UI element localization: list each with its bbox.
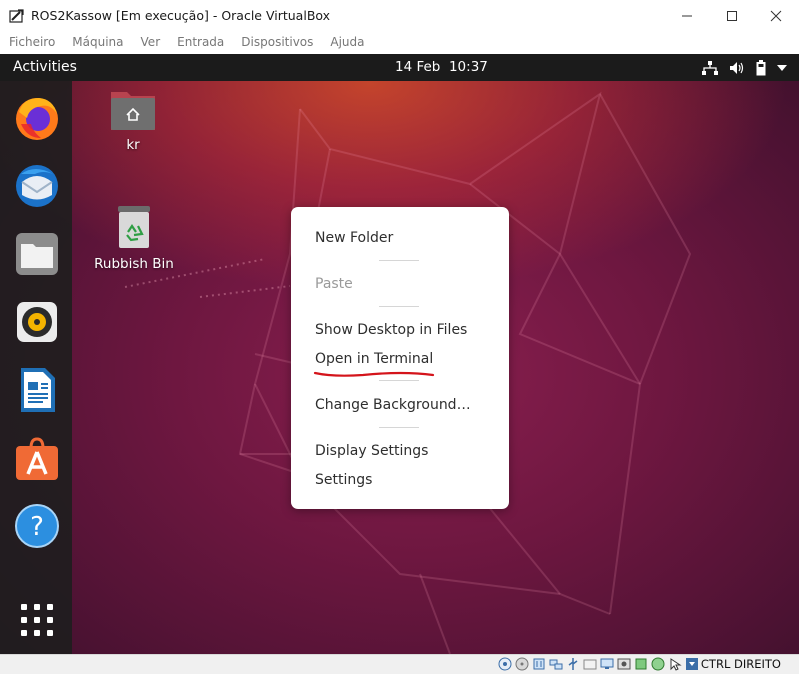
desktop-trash[interactable]: Rubbish Bin xyxy=(94,204,174,272)
battery-icon xyxy=(756,59,766,75)
host-key-arrow-icon[interactable] xyxy=(685,657,699,671)
menu-item-show-desktop-in-files[interactable]: Show Desktop in Files xyxy=(315,322,467,338)
dock-files[interactable] xyxy=(13,230,61,278)
maximize-button[interactable] xyxy=(709,0,755,31)
menu-item-display-settings[interactable]: Display Settings xyxy=(315,443,428,459)
volume-icon xyxy=(730,61,744,74)
help-question-icon: ? xyxy=(15,504,59,548)
desktop-context-menu: New Folder Paste Show Desktop in Files O… xyxy=(291,207,509,509)
statusbar-device-icons xyxy=(498,657,699,671)
dock-help[interactable]: ? xyxy=(13,502,61,550)
optical-drive-icon[interactable] xyxy=(515,657,529,671)
menu-item-change-background[interactable]: Change Background… xyxy=(315,397,471,413)
close-button[interactable] xyxy=(753,0,799,31)
network-icon[interactable] xyxy=(549,657,563,671)
menu-entrada[interactable]: Entrada xyxy=(177,35,224,49)
app-grid-icon xyxy=(21,604,53,636)
menu-item-new-folder[interactable]: New Folder xyxy=(315,230,393,246)
close-icon xyxy=(770,10,782,21)
window-title: ROS2Kassow [Em execução] - Oracle Virtua… xyxy=(31,8,331,23)
menu-separator xyxy=(379,306,419,307)
home-folder-icon xyxy=(111,92,155,130)
menu-maquina[interactable]: Máquina xyxy=(72,35,123,49)
minimize-button[interactable] xyxy=(664,0,710,31)
dock-firefox[interactable] xyxy=(13,94,61,142)
mouse-integration-icon[interactable] xyxy=(668,657,682,671)
dock-libreoffice-writer[interactable] xyxy=(13,366,61,414)
desktop-home-folder[interactable]: kr xyxy=(103,88,163,153)
usb-icon[interactable] xyxy=(566,657,580,671)
dock-ubuntu-software[interactable] xyxy=(13,434,61,482)
chevron-down-icon xyxy=(777,64,787,71)
menu-separator xyxy=(379,380,419,381)
menu-ficheiro[interactable]: Ficheiro xyxy=(9,35,55,49)
minimize-icon xyxy=(682,15,692,16)
menu-separator xyxy=(379,427,419,428)
menu-item-paste: Paste xyxy=(315,276,353,292)
cpu-icon[interactable] xyxy=(634,657,648,671)
thunderbird-icon xyxy=(16,165,58,207)
virtualbox-app-icon xyxy=(9,8,24,23)
dock: ? xyxy=(0,81,72,654)
software-store-icon xyxy=(16,437,58,480)
rhythmbox-icon xyxy=(17,302,57,342)
maximize-icon xyxy=(727,10,737,21)
system-tray[interactable] xyxy=(702,54,799,81)
writer-document-icon xyxy=(21,368,55,412)
hard-disk-icon[interactable] xyxy=(498,657,512,671)
shared-folders-icon[interactable] xyxy=(583,657,597,671)
menu-separator xyxy=(379,260,419,261)
dock-show-applications[interactable] xyxy=(13,596,61,644)
gnome-top-bar: Activities 14 Feb 10:37 xyxy=(0,54,799,81)
menu-item-open-in-terminal[interactable]: Open in Terminal xyxy=(315,351,433,367)
clock[interactable]: 14 Feb 10:37 xyxy=(395,59,488,75)
trash-label: Rubbish Bin xyxy=(94,256,174,272)
files-icon xyxy=(16,233,58,275)
window-titlebar: ROS2Kassow [Em execução] - Oracle Virtua… xyxy=(0,0,799,31)
svg-text:?: ? xyxy=(30,512,44,542)
trash-bin-icon xyxy=(118,206,150,248)
vm-statusbar: CTRL DIREITO xyxy=(0,654,799,674)
clock-date: 14 Feb xyxy=(395,59,441,75)
red-underline-annotation xyxy=(313,371,435,377)
dock-thunderbird[interactable] xyxy=(13,162,61,210)
dock-rhythmbox[interactable] xyxy=(13,298,61,346)
menu-ver[interactable]: Ver xyxy=(141,35,161,49)
host-key-label: CTRL DIREITO xyxy=(700,657,781,671)
network-wired-icon xyxy=(702,60,718,75)
menu-dispositivos[interactable]: Dispositivos xyxy=(241,35,313,49)
audio-icon[interactable] xyxy=(532,657,546,671)
menu-item-settings[interactable]: Settings xyxy=(315,472,372,488)
display-icon[interactable] xyxy=(600,657,614,671)
vm-screen[interactable]: Activities 14 Feb 10:37 ? kr Rubbish Bin… xyxy=(0,54,799,654)
clock-time: 10:37 xyxy=(448,59,488,75)
home-folder-label: kr xyxy=(126,137,140,153)
recording-icon[interactable] xyxy=(617,657,631,671)
firefox-icon xyxy=(16,98,58,140)
menu-ajuda[interactable]: Ajuda xyxy=(330,35,364,49)
activities-button[interactable]: Activities xyxy=(13,59,77,75)
vm-menubar: Ficheiro Máquina Ver Entrada Dispositivo… xyxy=(0,31,799,53)
guest-additions-icon[interactable] xyxy=(651,657,665,671)
